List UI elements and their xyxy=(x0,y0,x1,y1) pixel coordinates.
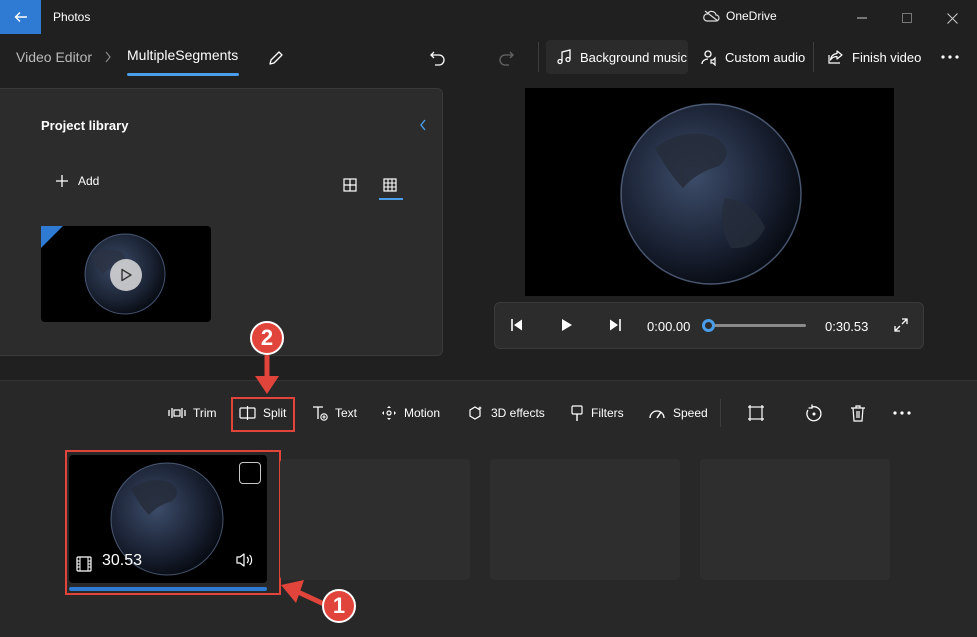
3d-effects-button[interactable]: 3D effects xyxy=(467,402,545,424)
plus-icon xyxy=(56,175,68,187)
trash-icon xyxy=(851,405,865,422)
collapse-library-button[interactable] xyxy=(414,116,432,134)
callout-step-1: 1 xyxy=(322,589,356,623)
ellipsis-icon xyxy=(893,411,911,415)
more-storyboard-options[interactable] xyxy=(893,402,911,424)
fullscreen-button[interactable] xyxy=(892,316,910,334)
speed-icon xyxy=(649,410,665,419)
seek-bar[interactable] xyxy=(708,324,806,327)
skip-back-icon xyxy=(511,319,522,331)
minimize-icon xyxy=(857,17,867,19)
minimize-button[interactable] xyxy=(852,8,872,28)
undo-button[interactable] xyxy=(426,46,450,70)
chevron-right-icon xyxy=(105,51,111,63)
trim-icon xyxy=(168,408,186,418)
clip-highlight-box xyxy=(65,450,281,595)
expand-icon xyxy=(894,318,908,332)
seek-thumb[interactable] xyxy=(702,319,715,332)
speed-label: Speed xyxy=(673,406,708,420)
project-library-title: Project library xyxy=(41,118,129,133)
add-media-button[interactable]: Add xyxy=(55,174,99,188)
finish-video-label: Finish video xyxy=(852,49,922,65)
close-icon xyxy=(946,12,958,24)
background-music-button[interactable]: Background music xyxy=(546,40,688,74)
toolbar-divider xyxy=(813,42,814,72)
play-icon xyxy=(121,268,132,282)
onedrive-status[interactable]: OneDrive xyxy=(703,9,777,23)
pencil-icon xyxy=(269,51,283,65)
share-icon xyxy=(828,50,843,64)
resize-button[interactable] xyxy=(747,402,765,424)
text-label: Text xyxy=(335,406,358,420)
breadcrumb-video-editor[interactable]: Video Editor xyxy=(16,49,92,65)
ellipsis-icon xyxy=(941,55,959,59)
undo-icon xyxy=(430,51,445,66)
redo-button[interactable] xyxy=(494,46,518,70)
play-overlay-button[interactable] xyxy=(110,259,142,291)
cloud-offline-icon xyxy=(703,10,720,22)
background-music-label: Background music xyxy=(580,49,687,65)
custom-audio-button[interactable]: Custom audio xyxy=(701,40,805,74)
rotate-icon xyxy=(806,404,822,422)
breadcrumb-underline xyxy=(127,73,239,76)
3d-effects-icon xyxy=(469,405,482,420)
motion-button[interactable]: Motion xyxy=(381,402,440,424)
play-icon xyxy=(562,319,572,331)
rotate-button[interactable] xyxy=(805,402,823,424)
current-time: 0:00.00 xyxy=(647,319,691,334)
previous-frame-button[interactable] xyxy=(508,316,526,334)
toolbar-divider xyxy=(538,42,539,72)
add-label: Add xyxy=(78,174,100,188)
arrow-left-icon xyxy=(14,12,27,22)
next-frame-button[interactable] xyxy=(606,316,624,334)
finish-video-button[interactable]: Finish video xyxy=(828,40,921,74)
person-audio-icon xyxy=(701,49,716,66)
onedrive-label: OneDrive xyxy=(726,9,777,23)
video-preview[interactable] xyxy=(525,88,894,296)
motion-icon xyxy=(382,406,396,420)
3d-effects-label: 3D effects xyxy=(491,406,545,420)
trim-label: Trim xyxy=(193,406,217,420)
callout-step-2: 2 xyxy=(250,321,284,355)
play-button[interactable] xyxy=(558,316,576,334)
view-selected-indicator xyxy=(379,198,403,200)
text-button[interactable]: Text xyxy=(312,402,357,424)
small-tiles-view-button[interactable] xyxy=(380,175,400,195)
empty-clip-slot xyxy=(490,459,680,580)
app-title: Photos xyxy=(53,10,91,24)
earth-preview-image xyxy=(620,103,802,285)
rename-button[interactable] xyxy=(264,46,288,70)
speed-button[interactable]: Speed xyxy=(648,402,708,424)
skip-forward-icon xyxy=(610,319,621,331)
chevron-left-icon xyxy=(420,119,426,131)
crop-frame-icon xyxy=(748,405,764,421)
close-button[interactable] xyxy=(942,8,962,28)
music-note-icon xyxy=(557,49,571,65)
filters-icon xyxy=(571,404,583,421)
maximize-icon xyxy=(902,13,912,23)
total-time: 0:30.53 xyxy=(825,319,869,334)
more-options-button[interactable] xyxy=(937,47,963,67)
motion-label: Motion xyxy=(404,406,441,420)
storyboard-divider xyxy=(720,399,721,427)
redo-icon xyxy=(499,51,514,66)
custom-audio-label: Custom audio xyxy=(725,49,806,65)
large-tiles-view-button[interactable] xyxy=(340,175,360,195)
grid-3x3-icon xyxy=(383,178,397,192)
selected-corner-marker xyxy=(41,226,63,248)
empty-clip-slot xyxy=(280,459,470,580)
breadcrumb-project-name[interactable]: MultipleSegments xyxy=(127,47,238,63)
text-icon xyxy=(313,406,328,421)
back-button[interactable] xyxy=(0,0,41,34)
title-bar xyxy=(0,0,977,36)
maximize-button[interactable] xyxy=(897,8,917,28)
filters-button[interactable]: Filters xyxy=(570,402,624,424)
grid-2x2-icon xyxy=(343,178,357,192)
delete-button[interactable] xyxy=(850,402,866,424)
split-highlight-box xyxy=(231,397,295,432)
filters-label: Filters xyxy=(591,406,624,420)
empty-clip-slot xyxy=(700,459,890,580)
trim-button[interactable]: Trim xyxy=(168,402,217,424)
